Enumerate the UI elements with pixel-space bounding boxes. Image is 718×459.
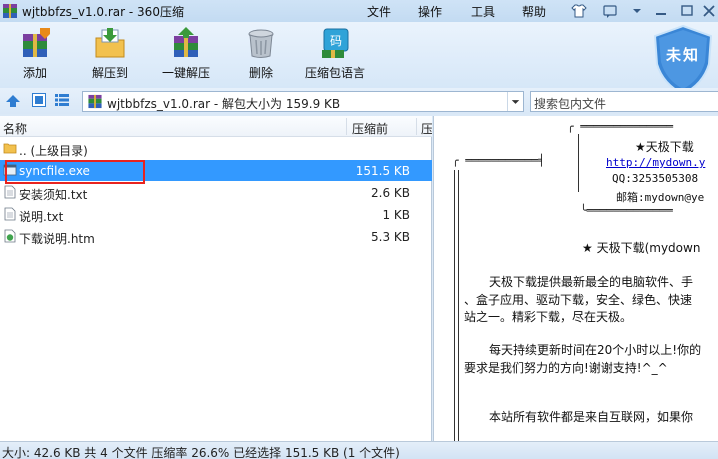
preview-paragraph: 站之一。精彩下载，尽在天极。 <box>464 310 633 324</box>
address-path: wjtbbfzs_v1.0.rar - 解包大小为 159.9 KB <box>107 97 341 111</box>
shield-status-text: 未知 <box>665 46 700 64</box>
thumbnail-view-icon[interactable] <box>32 93 46 107</box>
delete-trash-icon <box>248 29 274 58</box>
ascii-border: ╰═════════════ <box>580 204 673 217</box>
add-button-label: 添加 <box>22 66 47 80</box>
rar-archive-icon <box>88 94 102 109</box>
close-icon[interactable] <box>700 3 718 19</box>
archive-language-icon: 码 <box>322 28 349 58</box>
file-name: 安装须知.txt <box>19 188 88 202</box>
list-item[interactable]: .. (上级目录) <box>0 138 432 159</box>
status-bar: 大小: 42.6 KB 共 4 个文件 压缩率 26.6% 已经选择 151.5… <box>0 441 718 459</box>
preview-heading: ★ 天极下载(mydown <box>582 241 701 255</box>
rar-archive-icon <box>3 4 17 18</box>
search-input[interactable]: 搜索包内文件 <box>530 91 718 112</box>
file-size: 151.5 KB <box>355 164 410 178</box>
column-divider[interactable] <box>346 118 347 135</box>
preview-paragraph: 、盒子应用、驱动下载，安全、绿色、快速 <box>464 293 693 307</box>
list-item[interactable]: 安装须知.txt 2.6 KB <box>0 182 432 203</box>
file-name: 下载说明.htm <box>19 232 95 246</box>
main-toolbar: 添加 解压到 一键解压 删除 码 压缩包语言 未知 <box>0 22 718 96</box>
extract-to-button[interactable]: 解压到 <box>84 24 136 86</box>
list-item[interactable]: 说明.txt 1 KB <box>0 204 432 225</box>
menu-operation[interactable]: 操作 <box>418 3 442 20</box>
parent-folder-icon <box>3 143 17 154</box>
menu-file[interactable]: 文件 <box>367 3 391 20</box>
archive-language-label: 压缩包语言 <box>304 66 365 80</box>
one-click-extract-label: 一键解压 <box>161 66 210 80</box>
text-file-icon <box>4 185 16 199</box>
extract-to-label: 解压到 <box>91 66 128 80</box>
file-list-pane: 名称 压缩前 压缩后 .. (上级目录) syncfile.exe 151.5 … <box>0 116 432 441</box>
preview-paragraph: 每天持续更新时间在20个小时以上!你的 <box>489 343 702 357</box>
ascii-border <box>454 170 455 441</box>
feedback-icon[interactable] <box>601 3 619 19</box>
file-size: 2.6 KB <box>371 186 410 200</box>
delete-button[interactable]: 删除 <box>240 24 282 86</box>
search-placeholder: 搜索包内文件 <box>534 97 607 111</box>
svg-text:码: 码 <box>330 34 342 48</box>
column-name[interactable]: 名称 <box>3 120 27 137</box>
preview-box-title: ★天极下载 <box>635 140 694 154</box>
skin-shirt-icon[interactable] <box>570 3 588 19</box>
column-packed-size[interactable]: 压缩前 <box>352 120 388 137</box>
add-archive-icon <box>23 28 50 57</box>
preview-link[interactable]: http://mydown.y <box>606 156 705 169</box>
list-item[interactable]: 下载说明.htm 5.3 KB <box>0 226 432 247</box>
status-text: 大小: 42.6 KB 共 4 个文件 压缩率 26.6% 已经选择 151.5… <box>2 446 400 459</box>
column-divider[interactable] <box>416 118 417 135</box>
text-file-icon <box>4 207 16 221</box>
title-bar: wjtbbfzs_v1.0.rar - 360压缩 文件 操作 工具 帮助 <box>0 0 718 22</box>
file-size: 1 KB <box>382 208 410 222</box>
preview-paragraph: 要求是我们努力的方向!谢谢支持!^_^ <box>464 361 668 375</box>
address-bar: wjtbbfzs_v1.0.rar - 解包大小为 159.9 KB 搜索包内文… <box>0 88 718 114</box>
preview-paragraph: 天极下载提供最新最全的电脑软件、手 <box>489 275 694 289</box>
column-header: 名称 压缩前 压缩后 <box>0 116 432 137</box>
file-name: 说明.txt <box>19 210 64 224</box>
file-name: .. (上级目录) <box>19 144 88 158</box>
ascii-border <box>458 170 459 441</box>
highlight-annotation-box <box>5 160 145 184</box>
ascii-border <box>578 134 579 192</box>
file-size: 5.3 KB <box>371 230 410 244</box>
preview-paragraph: 本站所有软件都是来自互联网，如果你 <box>489 410 694 424</box>
menu-tools[interactable]: 工具 <box>471 3 495 20</box>
security-shield-badge[interactable]: 未知 <box>651 24 715 96</box>
preview-email: 邮箱:mydown@ye <box>616 191 705 204</box>
list-view-icon[interactable] <box>55 93 69 107</box>
menu-help[interactable]: 帮助 <box>522 3 546 20</box>
preview-qq: QQ:3253505308 <box>612 172 699 185</box>
preview-pane: ╭ ══════════════ ╰═════════════ ╭ ══════… <box>433 116 718 441</box>
add-button[interactable]: 添加 <box>14 24 56 86</box>
archive-language-button[interactable]: 码 压缩包语言 <box>300 24 370 86</box>
window-title: wjtbbfzs_v1.0.rar - 360压缩 <box>22 5 184 19</box>
minimize-icon[interactable] <box>652 3 670 19</box>
chevron-down-icon[interactable] <box>507 92 523 111</box>
ascii-border: ╭ ══════════════ <box>567 120 673 133</box>
up-level-arrow-icon[interactable] <box>5 94 21 108</box>
maximize-icon[interactable] <box>678 3 696 19</box>
html-file-icon <box>4 229 16 243</box>
delete-label: 删除 <box>248 66 273 80</box>
one-click-extract-icon <box>174 27 198 57</box>
address-field[interactable]: wjtbbfzs_v1.0.rar - 解包大小为 159.9 KB <box>82 91 524 112</box>
extract-to-icon <box>95 28 125 58</box>
one-click-extract-button[interactable]: 一键解压 <box>158 24 214 86</box>
column-ratio[interactable]: 压缩后 <box>421 120 432 137</box>
ascii-border: ╭ ═══════════╡ <box>452 154 545 167</box>
menu-dropdown-icon[interactable] <box>628 3 646 19</box>
